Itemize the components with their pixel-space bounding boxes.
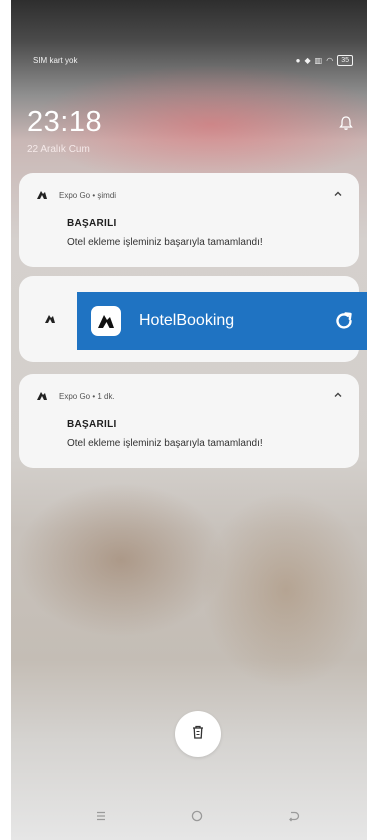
app-logo-icon (91, 306, 121, 336)
banner-title: HotelBooking (139, 312, 235, 329)
back-icon[interactable] (283, 806, 303, 826)
menu-icon[interactable] (91, 806, 111, 826)
notification-header: Expo Go • şimdi (35, 188, 116, 202)
status-icons: ● ◆ ▥ ◠ 35 (295, 54, 353, 66)
expo-logo-icon (35, 389, 49, 403)
chevron-up-icon[interactable] (331, 187, 345, 201)
shield-icon: ◆ (304, 55, 311, 65)
expo-logo-icon (35, 188, 49, 202)
lock-screen: SIM kart yok ● ◆ ▥ ◠ 35 23:18 22 Aralık … (11, 0, 367, 840)
notification-title: BAŞARILI (67, 218, 117, 229)
trash-icon (190, 724, 206, 745)
date-label: 22 Aralık Cum (27, 144, 90, 155)
notification-body: Otel ekleme işleminiz başarıyla tamamlan… (67, 438, 263, 449)
notification-source: Expo Go • şimdi (59, 190, 117, 200)
notification-header: Expo Go • 1 dk. (35, 389, 115, 403)
wifi-icon: ◠ (326, 55, 334, 65)
signal-icon: ▥ (314, 55, 323, 65)
notification-card[interactable]: Expo Go • şimdi BAŞARILI Otel ekleme işl… (19, 173, 359, 267)
home-icon[interactable] (187, 806, 207, 826)
hotelbooking-card[interactable]: HotelBooking (19, 276, 367, 362)
nfc-icon: ● (295, 55, 301, 65)
notification-body: Otel ekleme işleminiz başarıyla tamamlan… (67, 237, 263, 248)
carrier-label: SIM kart yok (33, 55, 78, 65)
hotelbooking-banner[interactable]: HotelBooking (77, 292, 367, 350)
notification-card[interactable]: Expo Go • 1 dk. BAŞARILI Otel ekleme işl… (19, 374, 359, 468)
notification-title: BAŞARILI (67, 419, 117, 430)
battery-icon: 35 (337, 54, 353, 66)
chevron-up-icon[interactable] (331, 388, 345, 402)
screen: SIM kart yok ● ◆ ▥ ◠ 35 23:18 22 Aralık … (0, 0, 376, 840)
battery-level: 35 (341, 56, 349, 64)
clock: 23:18 (27, 106, 103, 138)
refresh-icon[interactable] (331, 308, 357, 334)
clear-all-button[interactable] (175, 711, 221, 757)
navigation-bar (11, 800, 367, 832)
expo-logo-icon (43, 312, 57, 326)
status-bar: SIM kart yok ● ◆ ▥ ◠ 35 (11, 50, 367, 70)
notification-bell-icon[interactable] (337, 114, 355, 132)
notification-source: Expo Go • 1 dk. (59, 391, 115, 401)
